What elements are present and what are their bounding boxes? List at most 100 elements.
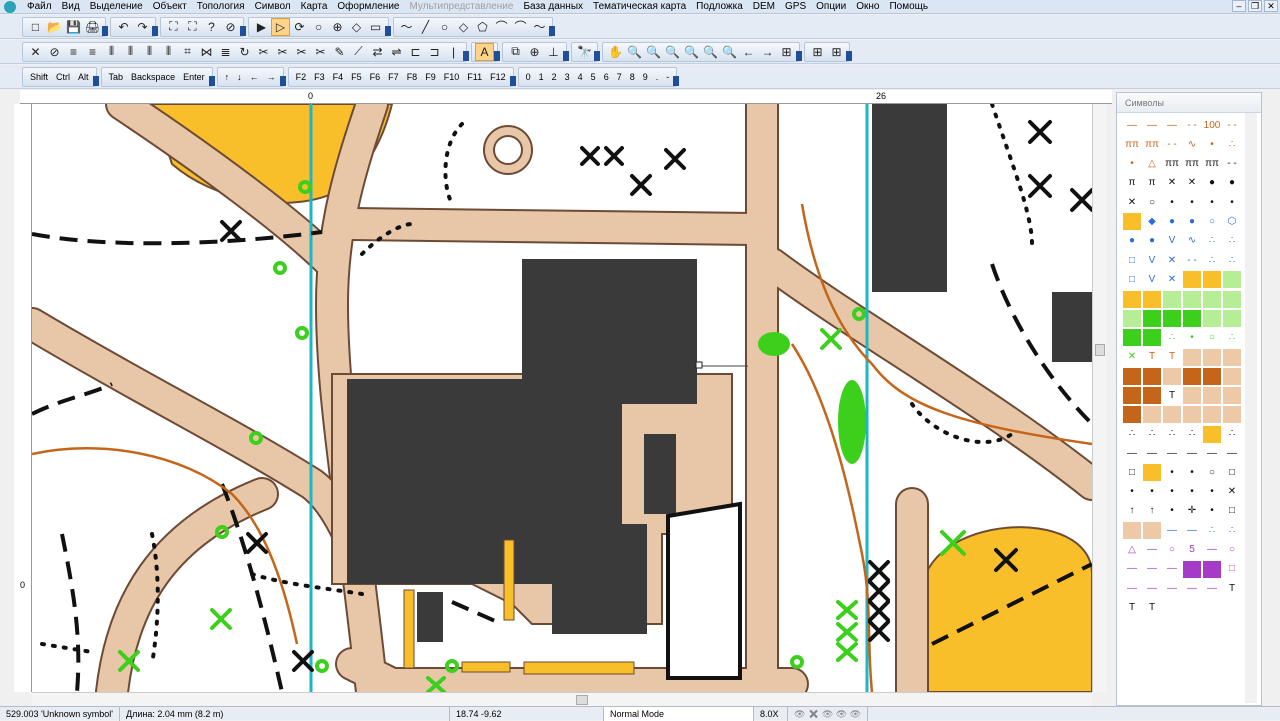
map-canvas[interactable] bbox=[32, 104, 1092, 692]
symbol-swatch[interactable]: • bbox=[1223, 194, 1241, 211]
toolbar-button[interactable]: 🔍 bbox=[682, 43, 701, 61]
symbol-swatch[interactable]: ○ bbox=[1203, 464, 1221, 481]
key-button[interactable]: → bbox=[263, 68, 280, 86]
symbol-swatch[interactable]: ππ bbox=[1183, 156, 1201, 173]
toolbar-button[interactable]: 〜 bbox=[530, 18, 549, 36]
toolbar-button[interactable]: ⌒ bbox=[492, 18, 511, 36]
symbol-swatch[interactable]: □ bbox=[1123, 464, 1141, 481]
symbol-swatch[interactable]: V bbox=[1143, 252, 1161, 269]
symbol-swatch[interactable]: △ bbox=[1123, 542, 1141, 559]
toolbar-button[interactable]: ⊞ bbox=[808, 43, 827, 61]
toolbar-button[interactable]: ✋ bbox=[606, 43, 625, 61]
toolbar-button[interactable]: ≣ bbox=[216, 43, 235, 61]
symbol-swatch[interactable] bbox=[1123, 406, 1141, 424]
symbol-swatch[interactable] bbox=[1123, 329, 1141, 347]
symbol-swatch[interactable]: ∴ bbox=[1203, 252, 1221, 269]
symbol-swatch[interactable]: • bbox=[1183, 464, 1201, 481]
symbol-swatch[interactable]: ◆ bbox=[1143, 213, 1161, 230]
symbol-swatch[interactable]: ∴ bbox=[1223, 522, 1241, 539]
symbol-swatch[interactable] bbox=[1203, 560, 1221, 578]
symbol-swatch[interactable]: — bbox=[1143, 117, 1161, 134]
symbol-swatch[interactable]: • bbox=[1163, 503, 1181, 520]
symbol-swatch[interactable] bbox=[1183, 387, 1201, 405]
toolbar-button[interactable]: ⇌ bbox=[387, 43, 406, 61]
symbol-swatch[interactable]: ✛ bbox=[1183, 503, 1201, 520]
restore-icon[interactable]: ❐ bbox=[1248, 0, 1262, 12]
symbol-swatch[interactable]: □ bbox=[1123, 252, 1141, 269]
symbol-swatch[interactable]: • bbox=[1203, 136, 1221, 153]
toolbar-button[interactable]: A bbox=[475, 42, 494, 61]
symbol-swatch[interactable]: — bbox=[1123, 561, 1141, 578]
symbol-swatch[interactable]: ∴ bbox=[1183, 426, 1201, 443]
symbol-swatch[interactable]: — bbox=[1183, 445, 1201, 462]
app-icon[interactable] bbox=[4, 0, 16, 13]
symbol-swatch[interactable]: • bbox=[1183, 329, 1201, 346]
symbol-swatch[interactable]: ✕ bbox=[1163, 271, 1181, 288]
toolbar-button[interactable]: 🔍 bbox=[663, 43, 682, 61]
key-button[interactable]: . bbox=[652, 68, 663, 86]
key-button[interactable]: F11 bbox=[463, 68, 486, 86]
symbol-swatch[interactable] bbox=[1143, 522, 1161, 540]
toolbar-button[interactable]: 💾 bbox=[64, 18, 83, 36]
vertical-scroll-thumb[interactable] bbox=[1095, 344, 1105, 356]
menu-item[interactable]: Тематическая карта bbox=[588, 0, 691, 14]
symbol-swatch[interactable]: T bbox=[1143, 349, 1161, 366]
symbol-swatch[interactable] bbox=[1223, 290, 1241, 308]
key-button[interactable]: 2 bbox=[548, 68, 561, 86]
symbol-swatch[interactable]: ✕ bbox=[1183, 175, 1201, 192]
symbol-swatch[interactable] bbox=[1163, 309, 1181, 327]
key-button[interactable]: F8 bbox=[403, 68, 422, 86]
map-vertical-scrollbar[interactable] bbox=[1092, 104, 1106, 692]
minimize-icon[interactable]: – bbox=[1232, 0, 1246, 12]
menu-item[interactable]: Файл bbox=[22, 0, 57, 14]
symbol-swatch[interactable]: - - bbox=[1223, 156, 1241, 173]
symbol-swatch[interactable]: □ bbox=[1223, 464, 1241, 481]
toolbar-button[interactable]: ≡ bbox=[64, 43, 83, 61]
toolbar-button[interactable]: ○ bbox=[435, 18, 454, 36]
symbol-swatch[interactable]: — bbox=[1203, 580, 1221, 597]
symbol-swatch[interactable]: ∴ bbox=[1223, 252, 1241, 269]
key-button[interactable]: Tab bbox=[105, 68, 128, 86]
symbol-swatch[interactable]: ↑ bbox=[1143, 503, 1161, 520]
toolbar-button[interactable]: ⊞ bbox=[777, 43, 796, 61]
symbol-swatch[interactable] bbox=[1203, 425, 1221, 443]
key-button[interactable]: Backspace bbox=[127, 68, 179, 86]
key-button[interactable]: F12 bbox=[486, 68, 510, 86]
menu-item[interactable]: Топология bbox=[192, 0, 250, 14]
symbol-swatch[interactable]: ✕ bbox=[1163, 175, 1181, 192]
symbol-swatch[interactable] bbox=[1223, 367, 1241, 385]
symbol-swatch[interactable] bbox=[1143, 309, 1161, 327]
menu-item[interactable]: Карта bbox=[296, 0, 333, 14]
symbol-swatch[interactable] bbox=[1123, 309, 1141, 327]
menu-item[interactable]: GPS bbox=[780, 0, 811, 14]
key-button[interactable]: - bbox=[662, 68, 673, 86]
mode-select[interactable]: Normal Mode bbox=[604, 706, 754, 721]
symbol-swatch[interactable] bbox=[1143, 367, 1161, 385]
menu-item[interactable]: Окно bbox=[851, 0, 884, 14]
toolbar-button[interactable]: ⦀ bbox=[140, 43, 159, 61]
toolbar-button[interactable]: ⌒ bbox=[511, 18, 530, 36]
symbol-swatch[interactable]: - - bbox=[1183, 117, 1201, 134]
toolbar-button[interactable]: ⊞ bbox=[827, 43, 846, 61]
toolbar-button[interactable]: ↻ bbox=[235, 43, 254, 61]
symbol-swatch[interactable]: V bbox=[1163, 233, 1181, 250]
toolbar-button[interactable]: ← bbox=[739, 43, 758, 61]
symbol-swatch[interactable]: - - bbox=[1223, 117, 1241, 134]
toolbar-button[interactable]: ✂ bbox=[254, 43, 273, 61]
symbol-swatch[interactable]: T bbox=[1163, 349, 1181, 366]
symbol-swatch[interactable]: ∴ bbox=[1223, 136, 1241, 153]
symbol-swatch[interactable] bbox=[1143, 464, 1161, 482]
symbol-swatch[interactable]: - - bbox=[1183, 252, 1201, 269]
symbol-swatch[interactable]: ∿ bbox=[1183, 233, 1201, 250]
toolbar-button[interactable]: ◇ bbox=[347, 18, 366, 36]
symbol-swatch[interactable]: ππ bbox=[1163, 156, 1181, 173]
symbol-swatch[interactable] bbox=[1203, 387, 1221, 405]
symbol-swatch[interactable]: 5 bbox=[1183, 542, 1201, 559]
toolbar-button[interactable]: ◇ bbox=[454, 18, 473, 36]
key-button[interactable]: F9 bbox=[421, 68, 440, 86]
symbol-swatch[interactable]: — bbox=[1123, 580, 1141, 597]
symbol-swatch[interactable]: ∴ bbox=[1203, 233, 1221, 250]
toolbar-button[interactable]: ○ bbox=[309, 18, 328, 36]
menu-item[interactable]: Вид bbox=[57, 0, 85, 14]
symbol-swatch[interactable]: • bbox=[1203, 484, 1221, 501]
